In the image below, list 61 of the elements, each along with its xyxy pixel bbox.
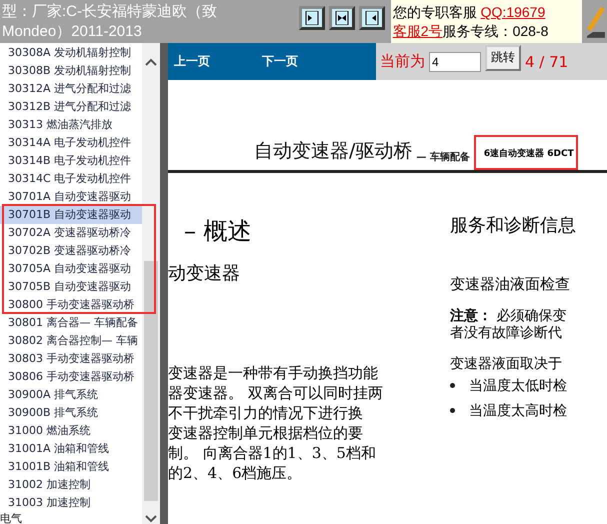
subsection-heading: 动变速器 [168,262,241,285]
service-label: 您的专职客服 [392,4,477,20]
panel-toggle-button[interactable] [299,6,326,30]
body-text: 变速器液面取决于 [450,356,563,373]
document-subtitle: — 车辆配备 [416,150,470,164]
chapter-item[interactable]: 30801 离合器— 车辆配备 [0,314,142,332]
panel-toggle-button[interactable] [359,6,386,30]
window-title: 型：厂家:C-长安福特蒙迪欧（致 Mondeo）2011-2013 [1,2,218,42]
chapter-item[interactable]: 30705A 自动变速器驱动 [0,260,142,278]
chapter-item[interactable]: 30314C 电子发动机控件 [0,170,142,188]
chapter-item[interactable]: 30802 离合器控制— 车辆 [0,332,142,350]
chapter-item[interactable]: 30701B 自动变速器驱动 [0,206,142,224]
subsection-heading: 变速器油液面检查 [450,275,571,294]
service-link[interactable]: 客服2号 [392,23,443,39]
chapter-item[interactable]: 30702B 变速器驱动桥冷 [0,242,142,260]
section-heading: – 概述 [183,216,253,247]
chapter-item[interactable]: 30314B 电子发动机控件 [0,152,142,170]
chapter-item[interactable]: 30705B 自动变速器驱动 [0,278,142,296]
chapter-item[interactable]: 31001A 油箱和管线 [0,440,142,458]
chapter-item[interactable]: 30900A 排气系统 [0,386,142,404]
chapter-item[interactable]: 30308B 发动机辐射控制 [0,62,142,80]
jump-button[interactable]: 跳转 [485,44,521,70]
page-input[interactable]: 4 [429,52,481,72]
chapter-item[interactable]: 31003 加速控制 [0,494,142,512]
chapter-item[interactable]: 30900B 排气系统 [0,404,142,422]
body-paragraph: 变速器是一种带有手动换挡功能 器变速器。 双离合可以同时挂两 不干扰牵引力的情况下进行换 变速器控制单元根据档位的要 制。 向离合器1的1、3、5档和 的2、4、6档施压。 [168,363,384,483]
current-page-label: 当前为 [380,52,425,71]
scroll-up-icon[interactable] [145,57,157,67]
chapter-item[interactable]: 31000 燃油系统 [0,422,142,440]
chapter-item[interactable]: 31002 加速控制 [0,476,142,494]
panel-toggle-button[interactable] [329,6,356,30]
group-label[interactable]: 电气 [0,512,142,524]
page-count: 4 / 71 [525,52,568,70]
chapter-item[interactable]: 30803 手动变速器驱动桥 [0,350,142,368]
arrows-inward-icon [335,11,350,25]
hotline-text: 服务专线：028-8 [442,23,548,39]
chapter-item[interactable]: 30308A 发动机辐射控制 [0,44,142,62]
bullet-icon [450,408,455,413]
chapter-item[interactable]: 30800 手动变速器驱动桥 [0,296,142,314]
bullet-item: 当温度太低时检 [469,376,567,394]
note-text: 注意： 必须确保变 者没有故障诊断代 [450,308,568,342]
bullet-item: 当温度太高时检 [469,402,567,420]
scrollbar-thumb[interactable] [144,261,158,501]
chapter-item[interactable]: 30702A 变速器驱动桥冷 [0,224,142,242]
chapter-item[interactable]: 31001B 油箱和管线 [0,458,142,476]
chapter-item[interactable]: 30312B 进气分配和过滤 [0,98,142,116]
chapter-item[interactable]: 30313 燃油蒸汽排放 [0,116,142,134]
scroll-down-icon[interactable] [145,514,157,524]
chapter-item[interactable]: 30314A 电子发动机控件 [0,134,142,152]
chapter-item[interactable]: 30701A 自动变速器驱动 [0,188,142,206]
chapter-item[interactable]: 30312A 进气分配和过滤 [0,80,142,98]
arrow-right-icon [305,11,320,25]
qq-link[interactable]: QQ:19679 [480,4,546,20]
arrow-left-icon [365,11,380,25]
document-title: 自动变速器/驱动桥 [254,139,412,164]
next-page-link[interactable]: 下一页 [262,53,298,70]
bullet-icon [450,383,455,388]
document-tag: 6速自动变速器 6DCT [474,135,578,170]
section-heading: 服务和诊断信息 [450,214,577,237]
prev-page-link[interactable]: 上一页 [174,53,210,70]
chapter-item[interactable]: 30806 手动变速器驱动桥 [0,368,142,386]
